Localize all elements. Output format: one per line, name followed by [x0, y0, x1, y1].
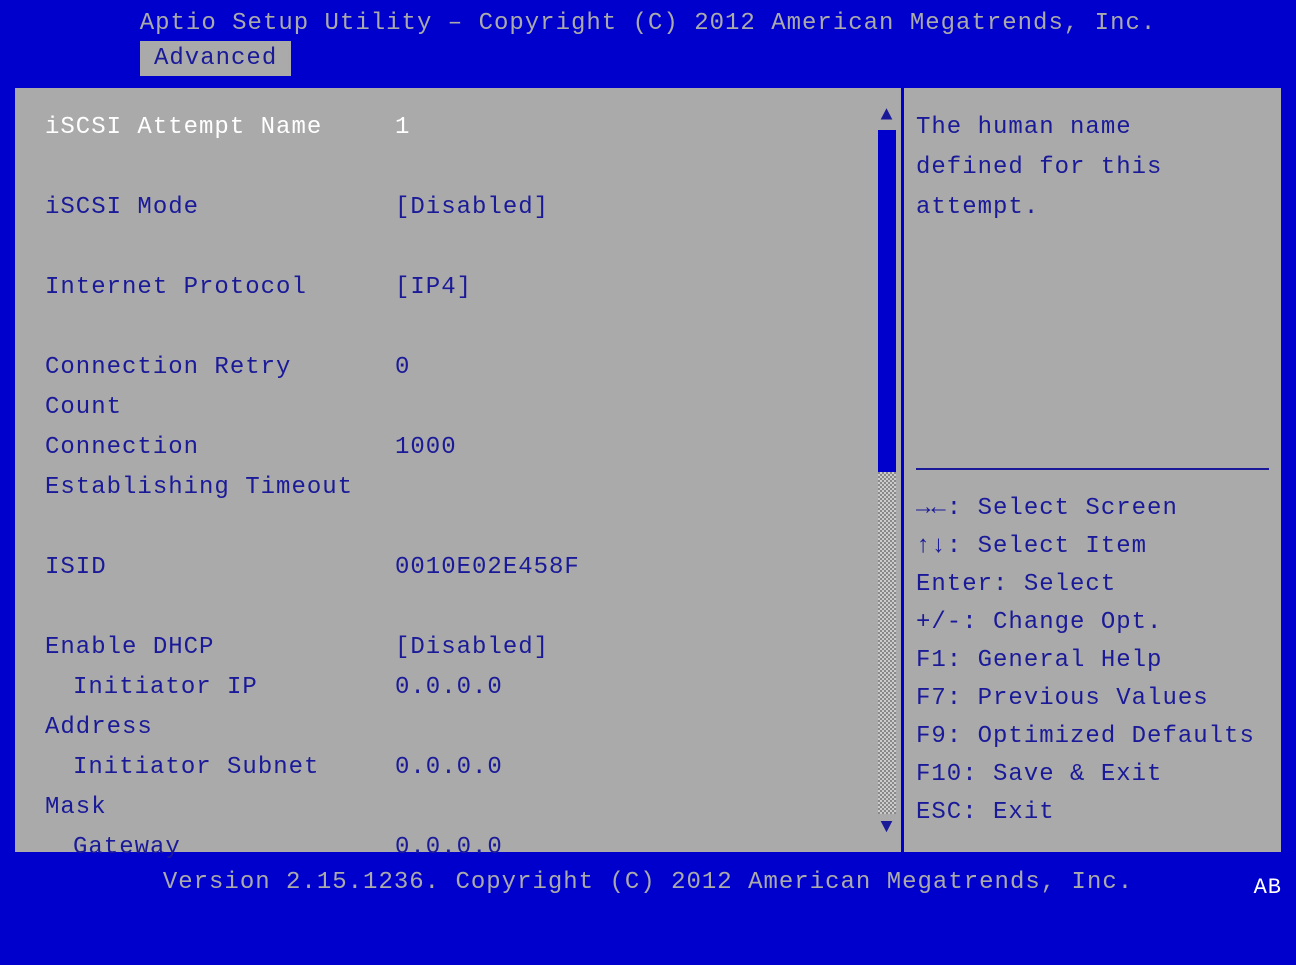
setting-row[interactable]: Internet Protocol[IP4] [45, 268, 873, 308]
setting-row[interactable]: Count [45, 388, 873, 428]
key-help-line: F9: Optimized Defaults [916, 718, 1269, 756]
setting-value: 0.0.0.0 [395, 668, 503, 708]
help-text: The human name defined for this attempt. [916, 108, 1269, 458]
setting-label: iSCSI Mode [45, 188, 395, 228]
footer-text: Version 2.15.1236. Copyright (C) 2012 Am… [163, 869, 1133, 896]
key-help-line: ESC: Exit [916, 794, 1269, 832]
key-help-line: →←: Select Screen [916, 490, 1269, 528]
setting-label: Count [45, 388, 395, 428]
spacer [45, 508, 873, 548]
key-help: →←: Select Screen↑↓: Select ItemEnter: S… [916, 490, 1269, 832]
settings-list: iSCSI Attempt Name1iSCSI Mode[Disabled]I… [15, 88, 873, 852]
setting-label: Enable DHCP [45, 628, 395, 668]
title-text: Aptio Setup Utility – Copyright (C) 2012… [140, 10, 1157, 37]
setting-value: 1 [395, 108, 410, 148]
key-help-line: +/-: Change Opt. [916, 604, 1269, 642]
scroll-thumb[interactable] [878, 130, 896, 472]
setting-value: [Disabled] [395, 628, 549, 668]
setting-row[interactable]: Initiator IP0.0.0.0 [45, 668, 873, 708]
setting-value: [Disabled] [395, 188, 549, 228]
setting-row[interactable]: Connection Retry0 [45, 348, 873, 388]
tab-bar: Advanced [0, 41, 1296, 81]
setting-row[interactable]: iSCSI Mode[Disabled] [45, 188, 873, 228]
setting-row[interactable]: ISID0010E02E458F [45, 548, 873, 588]
key-help-line: F10: Save & Exit [916, 756, 1269, 794]
key-help-line: F1: General Help [916, 642, 1269, 680]
scroll-down-icon[interactable]: ▼ [880, 818, 893, 838]
setting-value: 1000 [395, 428, 457, 468]
footer-corner: AB [1254, 875, 1282, 900]
setting-row[interactable]: Establishing Timeout [45, 468, 873, 508]
setting-label: Establishing Timeout [45, 468, 395, 508]
scrollbar[interactable]: ▲ ▼ [873, 88, 901, 852]
key-help-line: Enter: Select [916, 566, 1269, 604]
key-help-line: ↑↓: Select Item [916, 528, 1269, 566]
setting-row[interactable]: Mask [45, 788, 873, 828]
setting-label: Internet Protocol [45, 268, 395, 308]
title-bar: Aptio Setup Utility – Copyright (C) 2012… [0, 0, 1296, 41]
setting-row[interactable]: iSCSI Attempt Name1 [45, 108, 873, 148]
setting-value: [IP4] [395, 268, 472, 308]
setting-label: Mask [45, 788, 395, 828]
scroll-track[interactable] [878, 130, 896, 814]
spacer [45, 308, 873, 348]
spacer [45, 588, 873, 628]
main-panel: iSCSI Attempt Name1iSCSI Mode[Disabled]I… [12, 85, 1284, 855]
spacer [45, 148, 873, 188]
setting-label: iSCSI Attempt Name [45, 108, 395, 148]
divider [916, 468, 1269, 470]
setting-value: 0010E02E458F [395, 548, 580, 588]
spacer [45, 228, 873, 268]
setting-row[interactable]: Connection1000 [45, 428, 873, 468]
footer-bar: Version 2.15.1236. Copyright (C) 2012 Am… [0, 859, 1296, 902]
help-panel: The human name defined for this attempt.… [901, 88, 1281, 852]
setting-label: ISID [45, 548, 395, 588]
setting-row[interactable]: Initiator Subnet0.0.0.0 [45, 748, 873, 788]
setting-value: 0.0.0.0 [395, 748, 503, 788]
key-help-line: F7: Previous Values [916, 680, 1269, 718]
setting-row[interactable]: Address [45, 708, 873, 748]
scroll-up-icon[interactable]: ▲ [880, 106, 893, 126]
setting-row[interactable]: Enable DHCP[Disabled] [45, 628, 873, 668]
setting-label: Connection Retry [45, 348, 395, 388]
setting-label: Initiator IP [45, 668, 395, 708]
setting-label: Address [45, 708, 395, 748]
setting-label: Connection [45, 428, 395, 468]
setting-value: 0 [395, 348, 410, 388]
setting-label: Initiator Subnet [45, 748, 395, 788]
tab-advanced[interactable]: Advanced [140, 41, 291, 76]
